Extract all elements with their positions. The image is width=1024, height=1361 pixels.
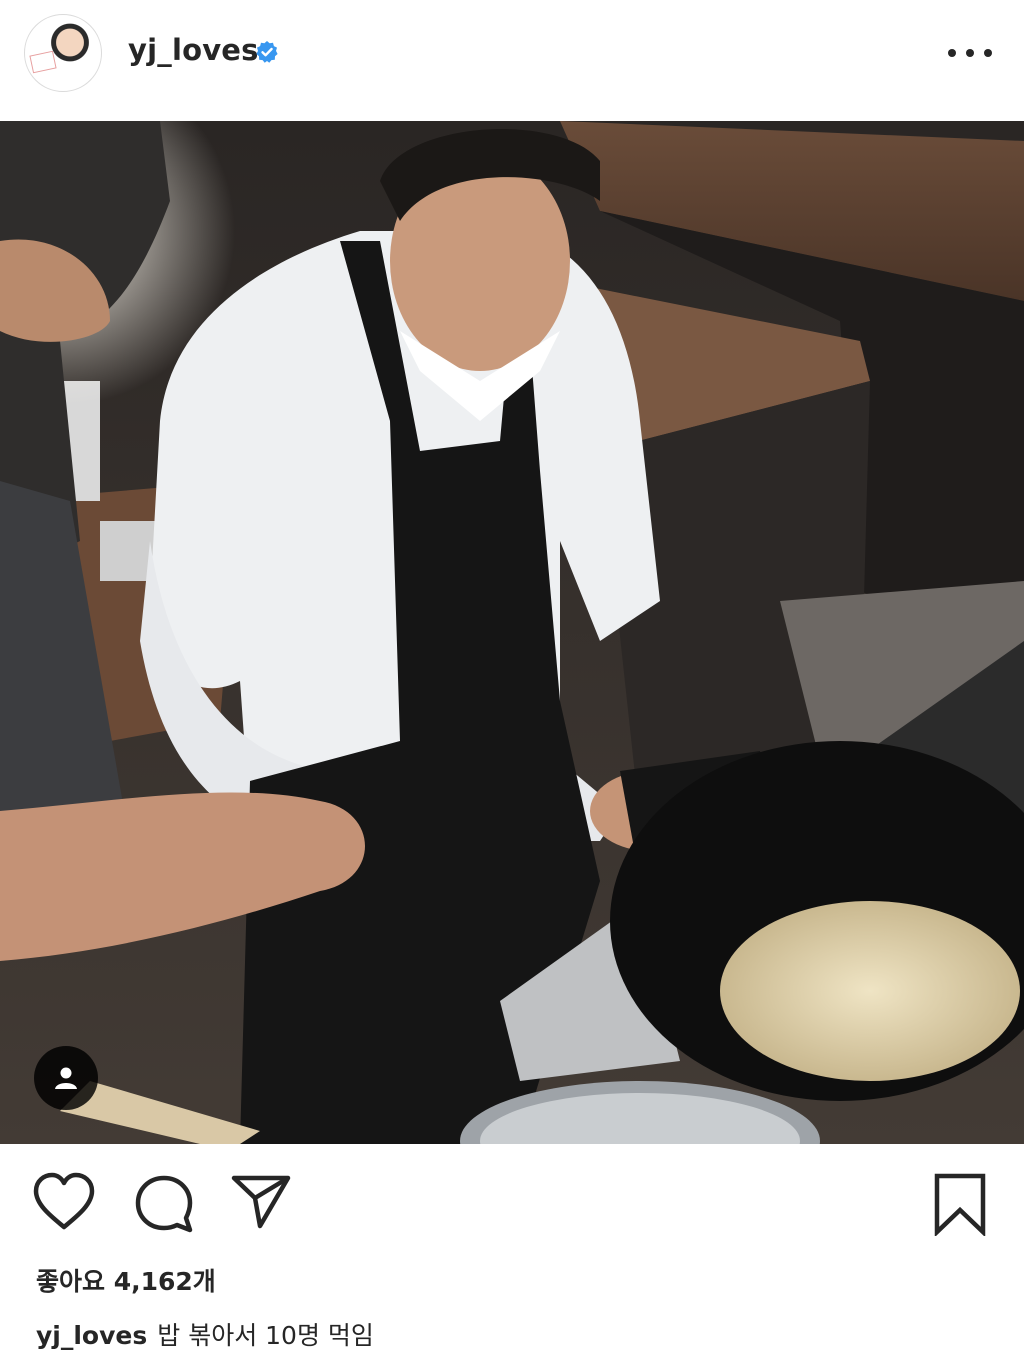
post-photo[interactable]	[0, 121, 1024, 1144]
caption-username[interactable]: yj_loves	[36, 1321, 147, 1350]
post-caption: yj_loves 밥 볶아서 10명 먹임	[36, 1316, 374, 1352]
more-dot-icon	[984, 49, 992, 57]
more-dot-icon	[966, 49, 974, 57]
more-options-button[interactable]	[948, 40, 992, 66]
post-username[interactable]: yj_loves	[128, 33, 259, 67]
user-tag-button[interactable]	[34, 1046, 98, 1110]
bookmark-icon[interactable]	[932, 1172, 988, 1236]
comment-icon[interactable]	[134, 1174, 194, 1234]
heart-icon[interactable]	[32, 1172, 96, 1232]
photo-scene	[0, 121, 1024, 1144]
verified-badge-icon	[256, 41, 278, 63]
fried-rice	[720, 901, 1020, 1081]
action-bar	[0, 1160, 1024, 1250]
post-header: yj_loves	[0, 0, 1024, 110]
user-tag-icon	[55, 1067, 77, 1089]
avatar[interactable]	[24, 14, 102, 92]
caption-text: 밥 볶아서 10명 먹임	[157, 1321, 374, 1350]
likes-count[interactable]: 좋아요 4,162개	[36, 1262, 216, 1298]
more-dot-icon	[948, 49, 956, 57]
paper-plane-icon[interactable]	[230, 1174, 292, 1230]
